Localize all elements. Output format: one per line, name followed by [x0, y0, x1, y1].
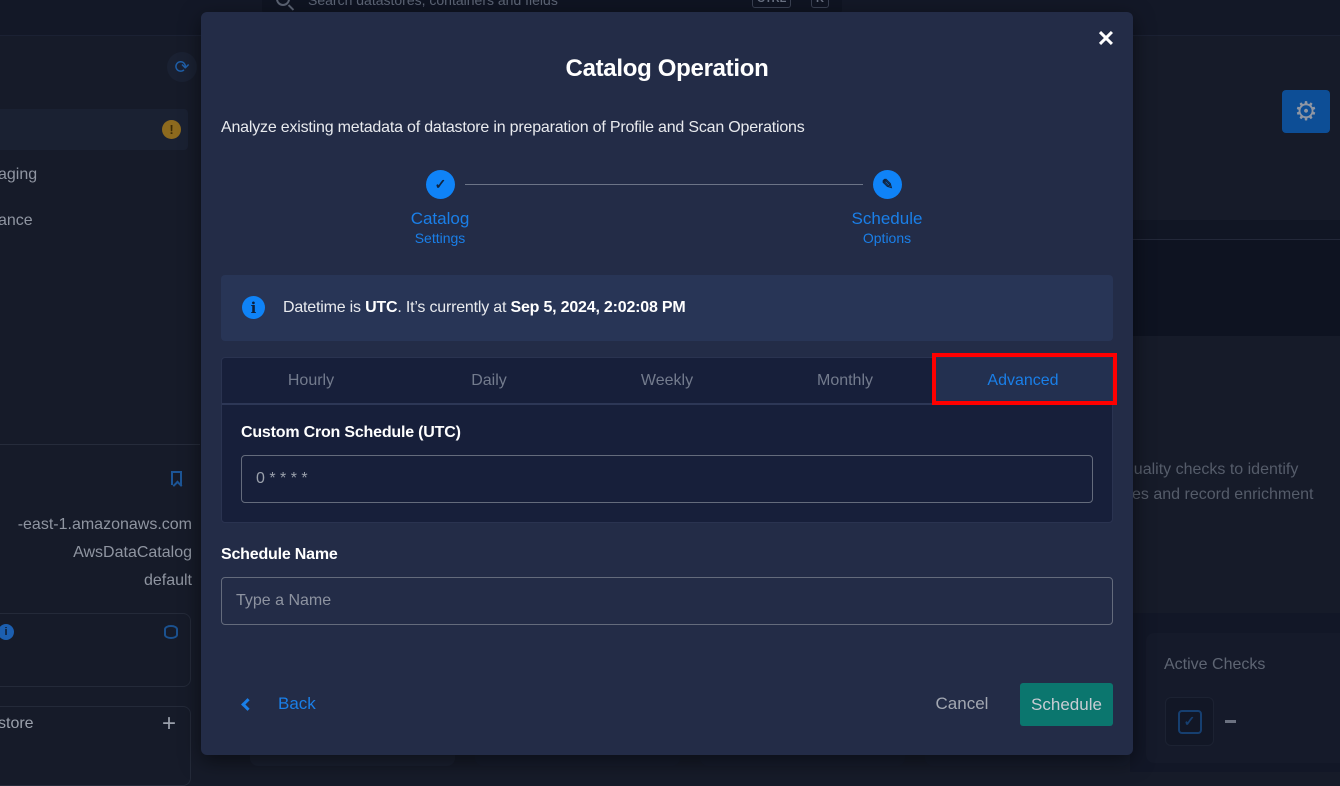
step-schedule-sublabel: Options — [827, 230, 947, 246]
right-header-band — [1130, 220, 1340, 240]
active-checks-title: Active Checks — [1164, 656, 1265, 674]
shortcut-key-k: K — [811, 0, 829, 8]
shortcut-plus: + — [799, 0, 805, 3]
right-description-line2: alies and record enrichment — [1116, 486, 1313, 504]
close-icon: ✕ — [1097, 26, 1115, 51]
gear-icon: ⚙ — [1294, 96, 1317, 127]
tab-daily[interactable]: Daily — [400, 358, 578, 404]
pencil-icon: ✎ — [882, 176, 894, 193]
dialog-title: Catalog Operation — [201, 55, 1133, 83]
database-export-icon[interactable] — [164, 625, 178, 639]
tabs-divider — [222, 403, 1112, 405]
add-datastore-label: store — [0, 715, 34, 733]
bookmark-icon[interactable] — [171, 471, 182, 485]
back-button[interactable]: Back — [235, 690, 316, 718]
sidebar-info-card — [0, 613, 191, 687]
sidebar-item-governance[interactable]: ance — [0, 212, 33, 230]
cron-input[interactable] — [241, 455, 1093, 503]
datastore-catalog: AwsDataCatalog — [73, 544, 192, 562]
tab-monthly[interactable]: Monthly — [756, 358, 934, 404]
tab-advanced[interactable]: Advanced — [934, 358, 1112, 404]
checkbox-icon: ✓ — [1178, 710, 1202, 734]
close-button[interactable]: ✕ — [1096, 29, 1116, 49]
step-catalog-sublabel: Settings — [380, 230, 500, 246]
info-current-datetime: Sep 5, 2024, 2:02:08 PM — [510, 299, 685, 316]
tab-hourly[interactable]: Hourly — [222, 358, 400, 404]
info-prefix: Datetime is — [283, 299, 365, 316]
schedule-name-input[interactable] — [221, 577, 1113, 625]
add-icon[interactable]: + — [162, 710, 176, 738]
chevron-left-icon — [241, 698, 254, 711]
right-description-line1: t quality checks to identify — [1116, 461, 1298, 479]
refresh-button[interactable]: ⟳ — [167, 52, 197, 82]
cancel-button[interactable]: Cancel — [920, 688, 1004, 720]
info-timezone: UTC — [365, 299, 397, 316]
sidebar-item-active[interactable] — [0, 109, 188, 150]
active-checks-icon-box: ✓ — [1165, 697, 1214, 746]
schedule-button[interactable]: Schedule — [1020, 683, 1113, 726]
step-schedule-label: Schedule — [827, 209, 947, 229]
info-middle: . It’s currently at — [397, 299, 510, 316]
sidebar-item-staging[interactable]: aging — [0, 166, 37, 184]
dialog-subtitle: Analyze existing metadata of datastore i… — [221, 119, 805, 137]
tab-weekly[interactable]: Weekly — [578, 358, 756, 404]
active-checks-value — [1225, 720, 1236, 723]
search-icon — [276, 0, 290, 6]
right-content-band — [1130, 240, 1340, 336]
refresh-icon: ⟳ — [174, 57, 189, 78]
sidebar-divider — [0, 444, 200, 445]
back-label: Back — [278, 694, 316, 714]
shortcut-key-ctrl: CTRL — [752, 0, 791, 8]
step-catalog-settings[interactable]: ✓ — [426, 170, 455, 199]
datastore-host: -east-1.amazonaws.com — [18, 516, 192, 534]
schedule-name-label: Schedule Name — [221, 546, 338, 564]
stepper-connector — [465, 184, 863, 185]
cron-label: Custom Cron Schedule (UTC) — [241, 424, 461, 442]
info-icon: i — [242, 296, 265, 319]
search-placeholder: Search datastores, containers and fields — [308, 0, 558, 8]
check-icon: ✓ — [435, 176, 447, 193]
warning-icon: ! — [162, 120, 181, 139]
datastore-database: default — [144, 572, 192, 590]
step-schedule-options[interactable]: ✎ — [873, 170, 902, 199]
step-catalog-label: Catalog — [380, 209, 500, 229]
timezone-info-text: Datetime is UTC. It’s currently at Sep 5… — [283, 299, 686, 317]
settings-button[interactable]: ⚙ — [1282, 90, 1330, 133]
